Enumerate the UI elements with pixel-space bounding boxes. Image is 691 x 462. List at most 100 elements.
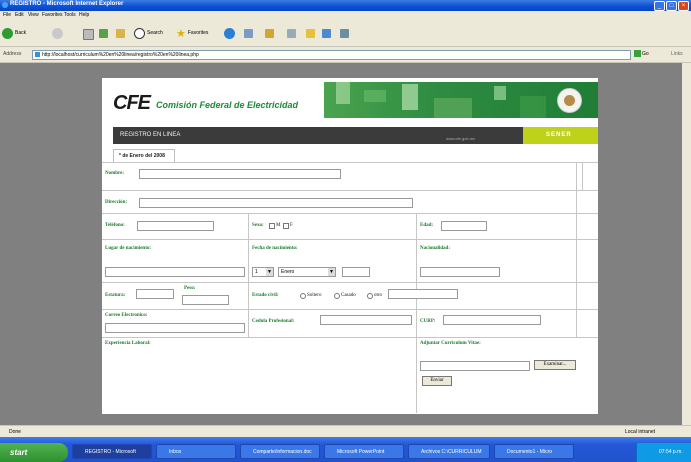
form-divider [102,337,598,338]
task-word-doc[interactable]: Comparte/informacion.doc [240,444,320,459]
address-url: http://localhost/curriculum%20en%20linea… [42,52,199,58]
register-label: REGISTRO EN LINEA [120,132,181,138]
folder-icon[interactable] [306,29,315,38]
estado-otro-label: otro [374,293,383,298]
task-document[interactable]: Documento1 - Micro [494,444,574,459]
start-button[interactable]: start [0,443,68,462]
direccion-label: Dirección: [105,200,128,205]
clock: 07:54 p.m. [659,449,683,455]
menu-file[interactable]: File [3,12,11,18]
peso-input[interactable] [182,295,229,305]
estado-otro-radio[interactable] [367,293,373,299]
lugar-input[interactable] [105,267,245,277]
experiencia-label: Experiencia Laboral: [105,341,151,346]
fecha-dia-select[interactable]: 1 ▼ [252,267,274,277]
estado-soltero-radio[interactable] [300,293,306,299]
direccion-input[interactable] [139,198,413,208]
cedula-label: Cedula Profesional: [252,319,295,324]
search-icon [134,27,145,39]
nombre-label: Nombre: [105,171,125,176]
cfe-logo-subtitle: Comisión Federal de Electricidad [156,100,299,110]
refresh-icon[interactable] [99,29,108,38]
edad-input[interactable] [441,221,487,231]
estado-casado-radio[interactable] [334,293,340,299]
telefono-input[interactable] [137,221,214,231]
curriculum-file-input[interactable] [420,361,530,371]
dropdown-arrow-icon: ▼ [266,268,273,276]
home-icon[interactable] [116,29,125,38]
search-button[interactable]: Search [134,27,163,39]
task-inbox[interactable]: Inbox [156,444,236,459]
correo-input[interactable] [105,323,245,333]
form-divider [102,190,598,191]
go-button[interactable]: Go [634,50,654,59]
history-icon[interactable] [244,29,253,38]
task-ie[interactable]: REGISTRO - Microsoft [72,444,152,459]
messenger-icon[interactable] [322,29,331,38]
status-zone: Local intranet [625,429,656,435]
media-icon[interactable] [224,28,235,39]
mexico-seal-icon [557,88,582,113]
research-icon[interactable] [340,29,349,38]
mail-icon[interactable] [265,29,274,38]
examinar-button[interactable]: Examinar... [534,360,576,370]
graphic-block [402,84,418,110]
links-label[interactable]: Links [671,51,683,57]
minimize-button[interactable]: _ [654,1,665,11]
cfe-logo: CFE [113,92,151,114]
favorites-button[interactable]: ★ Favorites [176,27,209,40]
estado-casado-label: Casado [341,293,356,298]
nacionalidad-input[interactable] [420,267,500,277]
go-arrow-icon [634,50,641,58]
window-title: REGISTRO - Microsoft Internet Explorer [10,1,124,7]
menu-tools[interactable]: Tools [64,12,76,18]
estado-civil-label: Estado civil: [252,293,279,298]
fecha-anio-input[interactable] [342,267,370,277]
favorites-label: Favorites [187,30,209,36]
back-button[interactable]: Back [2,27,26,39]
form-divider [582,162,583,190]
adjuntar-label: Adjuntar Curriculum Vitae: [420,341,481,346]
form-divider [102,309,598,310]
form-divider [102,239,598,240]
print-icon[interactable] [287,29,296,38]
toolbar: Back Search ★ Favorites [0,20,691,47]
graphic-block [364,90,386,102]
vertical-scrollbar[interactable] [682,63,691,425]
fecha-mes-select[interactable]: Enero ▼ [278,267,336,277]
menu-edit[interactable]: Edit [15,12,24,18]
curp-label: CURP: [420,319,436,324]
sexo-f-label: F [290,223,293,228]
menu-favorites[interactable]: Favorites [42,12,63,18]
lugar-label: Lugar de nacimiento: [105,246,152,251]
web-page: CFE Comisión Federal de Electricidad REG… [102,78,598,414]
graphic-block [434,98,472,118]
dropdown-arrow-icon: ▼ [328,268,335,276]
sexo-m-checkbox[interactable] [269,223,275,229]
sexo-f-checkbox[interactable] [283,223,289,229]
star-icon: ★ [176,27,186,40]
nombre-input[interactable] [139,169,341,179]
fecha-mes-value: Enero [281,269,295,275]
form-divider [248,213,249,337]
experiencia-textarea[interactable] [105,350,411,410]
maximize-button[interactable]: □ [666,1,677,11]
task-powerpoint[interactable]: Microsoft PowerPoint [324,444,404,459]
menu-help[interactable]: Help [79,12,89,18]
address-input[interactable]: http://localhost/curriculum%20en%20linea… [32,50,631,60]
curp-input[interactable] [443,315,541,325]
menu-view[interactable]: View [28,12,39,18]
estatura-label: Estatura: [105,293,126,298]
estatura-input[interactable] [136,289,174,299]
close-button[interactable]: × [678,1,689,11]
stop-icon[interactable] [83,29,94,40]
form-divider [102,213,598,214]
task-explorer[interactable]: Archivos C:\CURRICULUM [408,444,490,459]
window-title-bar[interactable]: REGISTRO - Microsoft Internet Explorer _… [0,0,691,11]
estado-otro-input[interactable] [388,289,458,299]
forward-button[interactable] [52,27,63,39]
cedula-input[interactable] [320,315,412,325]
sener-label: SENER [546,132,572,138]
forward-arrow-icon [52,27,63,39]
enviar-button[interactable]: Enviar [422,376,452,386]
